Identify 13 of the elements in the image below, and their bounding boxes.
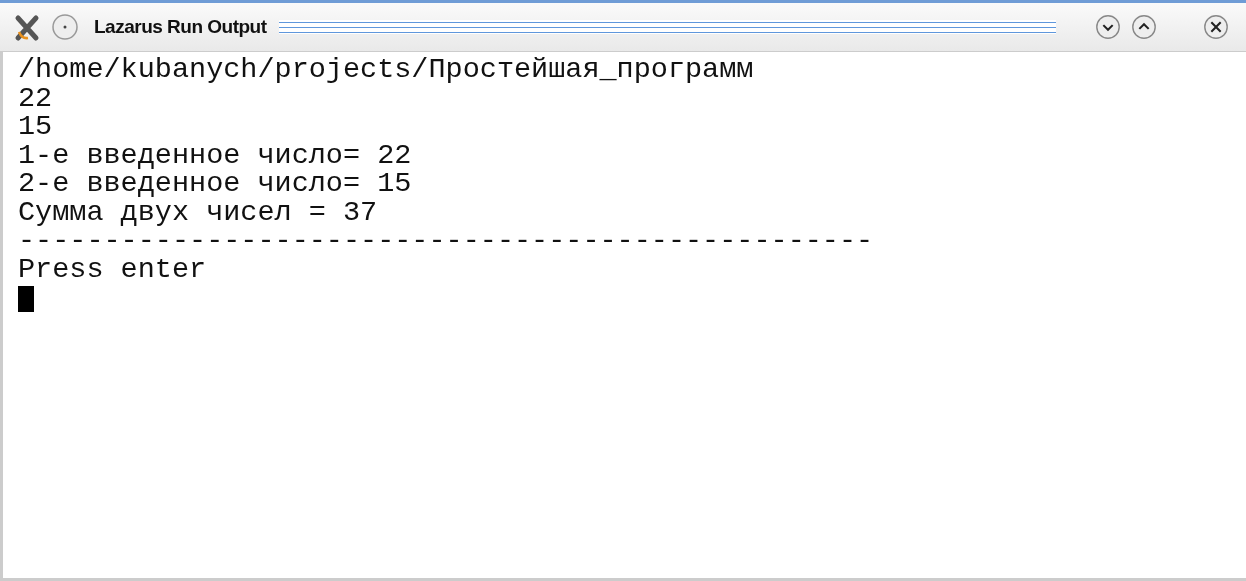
console-line: 22 (18, 84, 53, 113)
console-line: 2-е введенное число= 15 (18, 170, 413, 199)
minimize-icon[interactable] (1094, 13, 1122, 41)
console-line: 15 (18, 113, 54, 142)
close-icon[interactable] (1202, 13, 1230, 41)
console-line: 1-е введенное число= 22 (18, 141, 413, 170)
window-menu-icon[interactable] (50, 12, 80, 42)
console-line: Press enter (18, 255, 208, 284)
maximize-icon[interactable] (1130, 13, 1158, 41)
console-line: -------------------------------------------------- (18, 227, 875, 256)
console-line: /home/kubanych/projects/Простейшая_программ (18, 56, 755, 85)
window-title: Lazarus Run Output (94, 16, 267, 38)
console-line: Сумма двух чисел = 37 (18, 198, 379, 227)
